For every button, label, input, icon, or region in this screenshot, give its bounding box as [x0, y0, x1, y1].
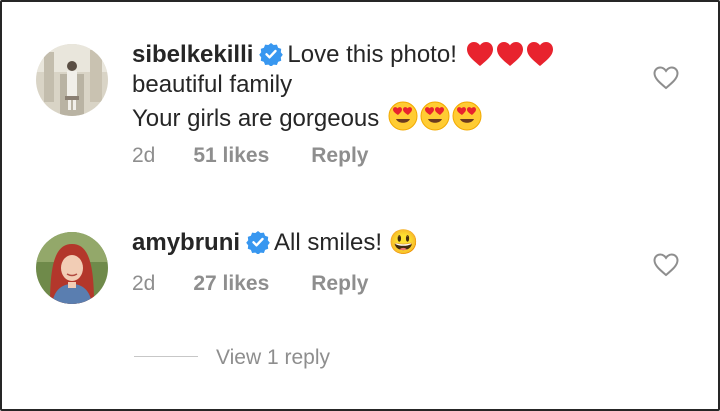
likes-count[interactable]: 27 likes [193, 272, 269, 295]
replies-divider [134, 356, 198, 357]
comment-text: beautiful family [132, 71, 293, 98]
comment-time[interactable]: 2d [132, 144, 155, 167]
reply-button[interactable]: Reply [311, 272, 368, 295]
comment-line-3: Your girls are gorgeous [132, 101, 482, 138]
reply-button[interactable]: Reply [311, 144, 368, 167]
comment-text: All smiles! 😃 [274, 229, 419, 256]
verified-badge-icon [246, 230, 270, 261]
avatar[interactable] [36, 44, 108, 116]
like-heart-icon[interactable] [653, 66, 679, 95]
likes-count[interactable]: 51 likes [193, 144, 269, 167]
heart-eyes-icon [420, 101, 450, 138]
comment-line-1: amybruni All smiles! 😃 [132, 229, 419, 261]
like-heart-icon[interactable] [653, 253, 679, 282]
view-replies-button[interactable]: View 1 reply [134, 344, 330, 372]
red-heart-icon [466, 41, 494, 74]
red-heart-icon [526, 41, 554, 74]
comment-time[interactable]: 2d [132, 272, 155, 295]
view-replies-label: View 1 reply [216, 346, 331, 369]
comment-meta: 2d 27 likes Reply [132, 272, 368, 296]
comment-line-2: beautiful family [132, 71, 292, 99]
comment-text: Your girls are gorgeous [132, 105, 380, 132]
avatar[interactable] [36, 232, 108, 304]
comment-line-1: sibelkekilli Love this photo! [132, 41, 554, 74]
username[interactable]: sibelkekilli [132, 41, 253, 68]
verified-badge-icon [259, 42, 284, 73]
heart-eyes-icon [452, 101, 482, 138]
username[interactable]: amybruni [132, 229, 240, 256]
red-heart-icon [496, 41, 524, 74]
comment-meta: 2d 51 likes Reply [132, 144, 368, 168]
heart-eyes-icon [388, 101, 418, 138]
comments-panel: sibelkekilli Love this photo! beautiful f… [0, 0, 720, 411]
comment-text: Love this photo! [287, 41, 457, 68]
